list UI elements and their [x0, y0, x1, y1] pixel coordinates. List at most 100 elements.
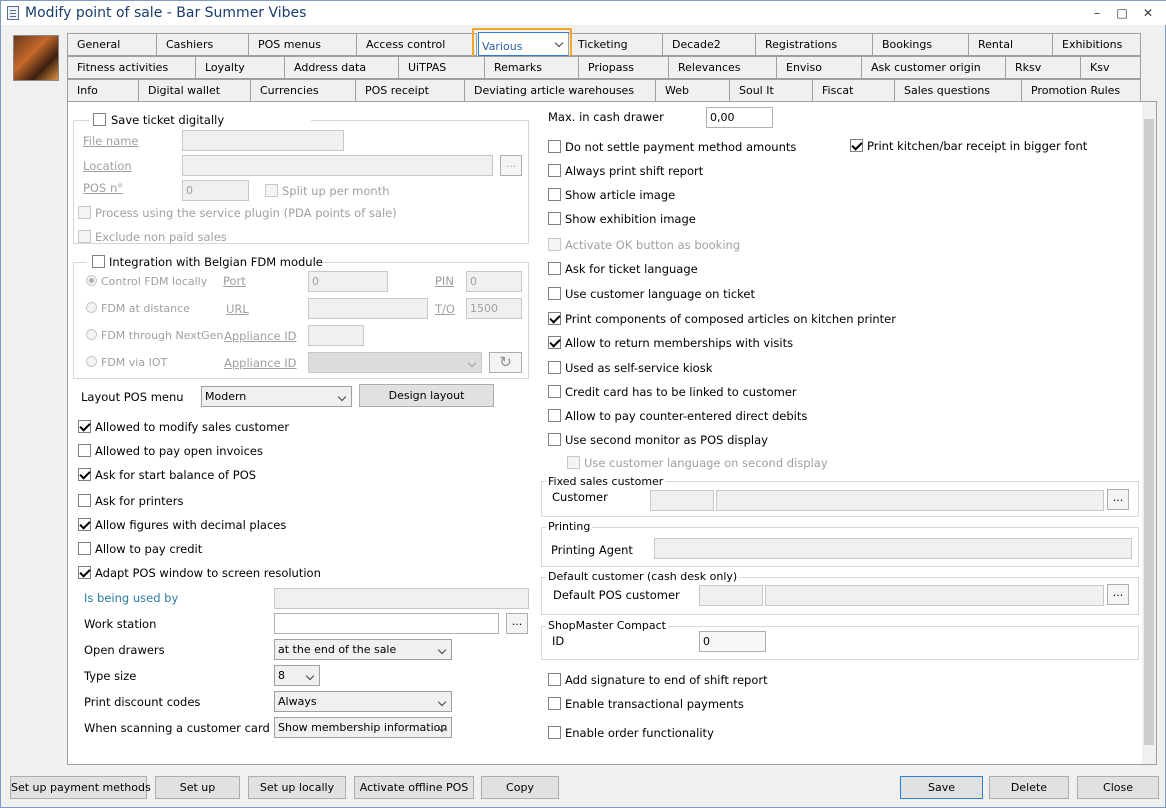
delete-button[interactable]: Delete — [989, 776, 1069, 799]
tab-fiscat[interactable]: Fiscat — [812, 79, 895, 102]
ask-start-balance-checkbox[interactable] — [78, 468, 91, 481]
tab-exhibitions[interactable]: Exhibitions — [1052, 33, 1141, 56]
allow-decimal-checkbox[interactable] — [78, 518, 91, 531]
default-customer-name-input[interactable] — [765, 585, 1104, 606]
appliance-id-input[interactable] — [308, 325, 364, 346]
fdm-distance-radio[interactable] — [86, 302, 97, 313]
tab-pos-receipt[interactable]: POS receipt — [355, 79, 465, 102]
refresh-icon[interactable]: ↻ — [489, 352, 522, 373]
minimize-button[interactable]: – — [1087, 4, 1107, 22]
maximize-button[interactable]: □ — [1112, 4, 1132, 22]
default-customer-code-input[interactable] — [699, 585, 763, 606]
ask-ticket-lang-checkbox[interactable] — [548, 262, 561, 275]
process-plugin-checkbox[interactable] — [78, 206, 91, 219]
use-cust-lang-checkbox[interactable] — [548, 287, 561, 300]
layout-pos-menu-select[interactable]: Modern — [201, 386, 352, 407]
cust-lang-second-checkbox[interactable] — [567, 456, 580, 469]
port-input[interactable]: 0 — [308, 271, 388, 292]
pos-no-input[interactable]: 0 — [182, 180, 249, 201]
allow-return-checkbox[interactable] — [548, 336, 561, 349]
activate-ok-checkbox[interactable] — [548, 238, 561, 251]
tab-uitpas[interactable]: UiTPAS — [398, 56, 485, 79]
always-shift-checkbox[interactable] — [548, 164, 561, 177]
activate-offline-button[interactable]: Activate offline POS — [354, 776, 474, 799]
appliance-id-select[interactable] — [308, 352, 482, 373]
printing-agent-input[interactable] — [654, 538, 1132, 559]
save-ticket-checkbox[interactable] — [93, 113, 106, 126]
tab-loyalty[interactable]: Loyalty — [195, 56, 285, 79]
setup-locally-button[interactable]: Set up locally — [248, 776, 346, 799]
transactional-checkbox[interactable] — [548, 697, 561, 710]
id-input[interactable]: 0 — [699, 631, 766, 652]
tab-cashiers[interactable]: Cashiers — [156, 33, 249, 56]
self-service-checkbox[interactable] — [548, 361, 561, 374]
url-input[interactable] — [308, 298, 428, 319]
tab-fitness-activities[interactable]: Fitness activities — [67, 56, 196, 79]
open-drawers-select[interactable]: at the end of the sale — [274, 639, 452, 660]
setup-payment-button[interactable]: Set up payment methods — [10, 776, 151, 799]
show-exhibition-img-checkbox[interactable] — [548, 212, 561, 225]
ask-printers-checkbox[interactable] — [78, 494, 91, 507]
work-station-input[interactable] — [274, 613, 499, 634]
tab-deviating-article-warehouses[interactable]: Deviating article warehouses — [464, 79, 656, 102]
tab-sales-questions[interactable]: Sales questions — [894, 79, 1022, 102]
allowed-modify-checkbox[interactable] — [78, 420, 91, 433]
tab-ksv[interactable]: Ksv — [1080, 56, 1141, 79]
tab-pos-menus[interactable]: POS menus — [248, 33, 357, 56]
max-cash-input[interactable]: 0,00 — [706, 107, 773, 128]
close-window-button[interactable]: ✕ — [1138, 4, 1158, 22]
tab-registrations[interactable]: Registrations — [755, 33, 873, 56]
tab-various[interactable]: Various — [478, 32, 569, 56]
no-settle-checkbox[interactable] — [548, 140, 561, 153]
tab-enviso[interactable]: Enviso — [776, 56, 862, 79]
adapt-window-checkbox[interactable] — [78, 566, 91, 579]
tab-priopass[interactable]: Priopass — [578, 56, 669, 79]
tab-web[interactable]: Web — [655, 79, 730, 102]
print-discount-select[interactable]: Always — [274, 691, 452, 712]
tab-promotion-rules[interactable]: Promotion Rules — [1021, 79, 1141, 102]
tab-general[interactable]: General — [67, 33, 157, 56]
order-func-checkbox[interactable] — [548, 726, 561, 739]
work-station-browse-button[interactable]: ... — [506, 613, 528, 634]
tab-decade2[interactable]: Decade2 — [662, 33, 756, 56]
tab-relevances[interactable]: Relevances — [668, 56, 777, 79]
type-size-select[interactable]: 8 — [274, 665, 320, 686]
location-browse-button[interactable]: ... — [500, 155, 522, 176]
fdm-nextgen-radio[interactable] — [86, 329, 97, 340]
setup-button[interactable]: Set up — [155, 776, 240, 799]
fdm-iot-radio[interactable] — [86, 356, 97, 367]
design-layout-button[interactable]: Design layout — [359, 384, 494, 407]
credit-card-link-checkbox[interactable] — [548, 385, 561, 398]
tab-rksv[interactable]: Rksv — [1005, 56, 1081, 79]
default-customer-browse-button[interactable]: ... — [1107, 584, 1129, 605]
tab-digital-wallet[interactable]: Digital wallet — [138, 79, 251, 102]
allow-credit-checkbox[interactable] — [78, 542, 91, 555]
second-monitor-checkbox[interactable] — [548, 433, 561, 446]
copy-button[interactable]: Copy — [481, 776, 559, 799]
tab-remarks[interactable]: Remarks — [484, 56, 579, 79]
tab-bookings[interactable]: Bookings — [872, 33, 969, 56]
tab-info[interactable]: Info — [67, 79, 139, 102]
tab-soul-it[interactable]: Soul It — [729, 79, 813, 102]
tab-rental[interactable]: Rental — [968, 33, 1053, 56]
control-fdm-radio[interactable] — [86, 275, 97, 286]
tab-currencies[interactable]: Currencies — [250, 79, 356, 102]
scanning-card-select[interactable]: Show membership information — [274, 717, 452, 738]
split-up-checkbox[interactable] — [265, 184, 278, 197]
file-name-input[interactable] — [182, 130, 344, 151]
save-button[interactable]: Save — [900, 776, 983, 799]
counter-debits-checkbox[interactable] — [548, 409, 561, 422]
to-input[interactable]: 1500 — [466, 298, 522, 319]
tab-ask-customer-origin[interactable]: Ask customer origin — [861, 56, 1006, 79]
exclude-non-paid-checkbox[interactable] — [78, 230, 91, 243]
customer-browse-button[interactable]: ... — [1107, 489, 1129, 510]
scrollbar-thumb[interactable] — [1144, 119, 1154, 745]
tab-ticketing[interactable]: Ticketing — [568, 33, 663, 56]
customer-name-input[interactable] — [716, 490, 1104, 511]
print-kitchen-big-checkbox[interactable] — [850, 139, 863, 152]
fdm-module-checkbox[interactable] — [92, 255, 105, 268]
allowed-pay-open-checkbox[interactable] — [78, 444, 91, 457]
customer-code-input[interactable] — [650, 490, 714, 511]
close-button[interactable]: Close — [1077, 776, 1159, 799]
tab-address-data[interactable]: Address data — [284, 56, 399, 79]
